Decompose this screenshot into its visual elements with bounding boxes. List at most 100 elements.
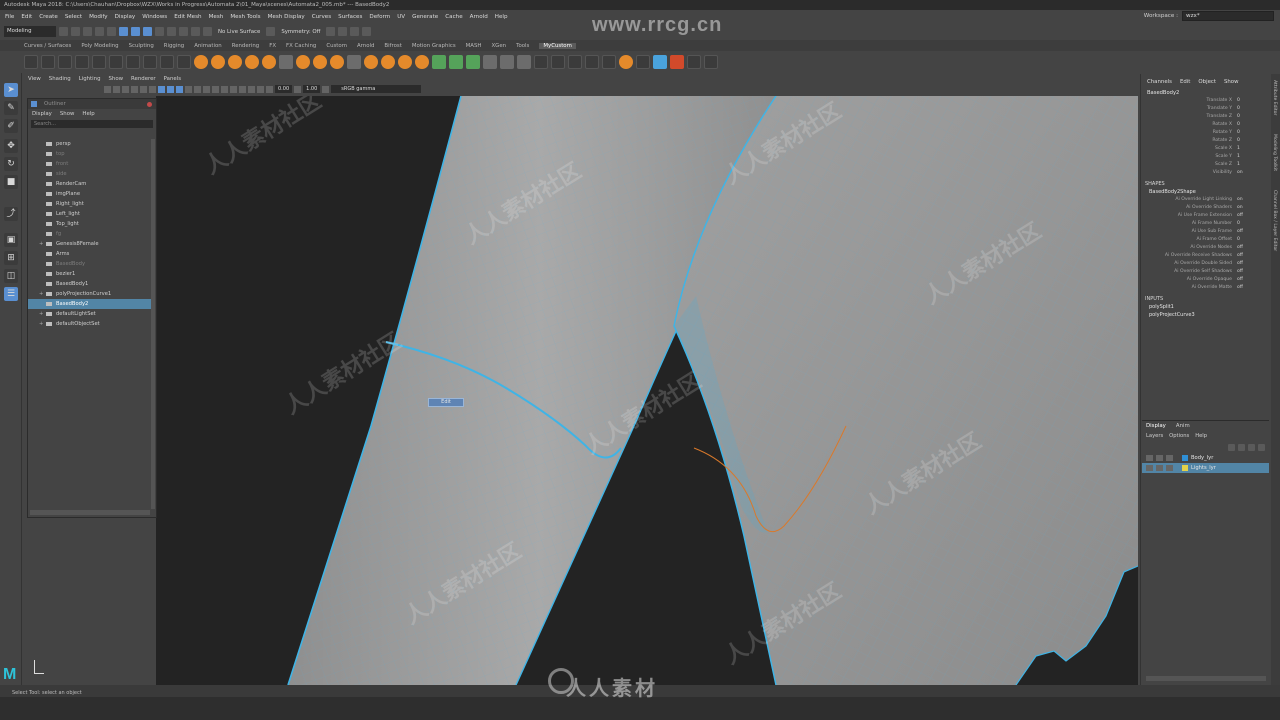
attribute-value[interactable]: 0 bbox=[1237, 221, 1240, 226]
shelf-tool-icon[interactable] bbox=[160, 55, 174, 69]
shelf-tab[interactable]: FX Caching bbox=[286, 43, 316, 49]
shelf-tool-icon[interactable] bbox=[109, 55, 123, 69]
outliner-item[interactable]: BasedBody2 bbox=[28, 299, 152, 309]
menu-item[interactable]: Windows bbox=[142, 14, 167, 20]
poly-tool-icon[interactable] bbox=[381, 55, 395, 69]
channel-box-tab[interactable]: Channel Box / Layer Editor bbox=[1272, 190, 1277, 251]
four-view-icon[interactable]: ⊞ bbox=[4, 251, 18, 265]
sphere-tool-icon[interactable] bbox=[687, 55, 701, 69]
outliner-item[interactable]: Left_light bbox=[28, 209, 152, 219]
create-tool-icon[interactable] bbox=[432, 55, 446, 69]
open-scene-icon[interactable] bbox=[71, 27, 80, 36]
menu-item[interactable]: UV bbox=[397, 14, 405, 20]
channel-box-menu-item[interactable]: Show bbox=[1224, 79, 1239, 85]
edit-tool-icon[interactable] bbox=[500, 55, 514, 69]
color-management-icon[interactable] bbox=[322, 85, 330, 93]
poly-tool-icon[interactable] bbox=[415, 55, 429, 69]
shelf-tab[interactable]: Rendering bbox=[232, 43, 260, 49]
shelf-tab[interactable]: Custom bbox=[326, 43, 347, 49]
attribute-value[interactable]: 1 bbox=[1237, 162, 1240, 167]
outliner-item[interactable]: RenderCam bbox=[28, 179, 152, 189]
outliner-item[interactable]: fg bbox=[28, 229, 152, 239]
wireframe-icon[interactable] bbox=[158, 85, 165, 93]
attribute-value[interactable]: on bbox=[1237, 205, 1243, 210]
channel-box-menu-item[interactable]: Edit bbox=[1180, 79, 1190, 85]
two-view-icon[interactable]: ◫ bbox=[4, 269, 18, 283]
curve-tool-icon[interactable] bbox=[653, 55, 667, 69]
input-node[interactable]: polyProjectCurve3 bbox=[1141, 312, 1270, 320]
symmetry-icon[interactable] bbox=[266, 27, 276, 36]
panel-menu-item[interactable]: Show bbox=[109, 76, 124, 82]
poly-tool-icon[interactable] bbox=[228, 55, 242, 69]
deform-tool-icon[interactable] bbox=[551, 55, 565, 69]
smooth-shade-icon[interactable] bbox=[167, 85, 174, 93]
ao-icon[interactable] bbox=[212, 85, 219, 93]
snap-grid-icon[interactable] bbox=[155, 27, 164, 36]
layer-color-swatch[interactable] bbox=[1182, 465, 1188, 471]
render-tool-icon[interactable] bbox=[636, 55, 650, 69]
shelf-tab[interactable]: Curves / Surfaces bbox=[24, 43, 71, 49]
isolate-icon[interactable] bbox=[230, 85, 237, 93]
outliner-menu-item[interactable]: Help bbox=[82, 111, 94, 117]
modeling-toolkit-tab[interactable]: Modeling Toolkit bbox=[1272, 134, 1277, 171]
settings-tool-icon[interactable] bbox=[704, 55, 718, 69]
poly-tool-icon[interactable] bbox=[296, 55, 310, 69]
grid-icon[interactable] bbox=[131, 85, 138, 93]
menu-item[interactable]: Curves bbox=[312, 14, 331, 20]
layer-menu-item[interactable]: Help bbox=[1195, 433, 1207, 439]
new-scene-icon[interactable] bbox=[59, 27, 68, 36]
panel-menu-item[interactable]: Renderer bbox=[131, 76, 156, 82]
shelf-tab[interactable]: Sculpting bbox=[129, 43, 154, 49]
shelf-tool-icon[interactable] bbox=[92, 55, 106, 69]
film-gate-icon[interactable] bbox=[140, 85, 147, 93]
shape-attribute-row[interactable]: Ai Override Matte off bbox=[1141, 285, 1270, 293]
shape-attribute-row[interactable]: Ai Frame Number 0 bbox=[1141, 221, 1270, 229]
outliner-item[interactable]: BasedBody bbox=[28, 259, 152, 269]
exposure-field[interactable]: 1.00 bbox=[303, 85, 321, 93]
outliner-item[interactable]: side bbox=[28, 169, 152, 179]
attribute-value[interactable]: 0 bbox=[1237, 237, 1240, 242]
transform-attribute-row[interactable]: Rotate X 0 bbox=[1141, 122, 1270, 130]
outliner-item[interactable]: bezier1 bbox=[28, 269, 152, 279]
attribute-value[interactable]: off bbox=[1237, 261, 1243, 266]
outliner-item[interactable]: + Genesis8Female bbox=[28, 239, 152, 249]
image-plane-icon[interactable] bbox=[122, 85, 129, 93]
xray-components-icon[interactable] bbox=[257, 85, 264, 93]
deform-tool-icon[interactable] bbox=[534, 55, 548, 69]
attribute-editor-tab[interactable]: Attribute Editor bbox=[1272, 80, 1277, 115]
shape-attribute-row[interactable]: Ai Override Self Shadows off bbox=[1141, 269, 1270, 277]
outliner-item[interactable]: Arms bbox=[28, 249, 152, 259]
menu-item[interactable]: Arnold bbox=[470, 14, 488, 20]
poly-tool-icon[interactable] bbox=[194, 55, 208, 69]
select-component-icon[interactable] bbox=[143, 27, 152, 36]
playback-toggle[interactable] bbox=[1156, 455, 1163, 461]
outliner-item[interactable]: + polyProjectionCurve1 bbox=[28, 289, 152, 299]
new-layer-icon[interactable] bbox=[1248, 443, 1255, 451]
color-space-dropdown[interactable]: sRGB gamma bbox=[331, 85, 422, 93]
transform-attribute-row[interactable]: Translate X 0 bbox=[1141, 98, 1270, 106]
menu-item[interactable]: Mesh Display bbox=[268, 14, 305, 20]
outliner-item[interactable]: front bbox=[28, 159, 152, 169]
shelf-tab[interactable]: Animation bbox=[194, 43, 221, 49]
attribute-value[interactable]: 0 bbox=[1237, 138, 1240, 143]
shelf-tab[interactable]: Motion Graphics bbox=[412, 43, 456, 49]
shape-attribute-row[interactable]: Ai Frame Offset 0 bbox=[1141, 237, 1270, 245]
menu-item[interactable]: File bbox=[5, 14, 14, 20]
expand-icon[interactable]: + bbox=[39, 239, 43, 249]
menu-item[interactable]: Edit bbox=[21, 14, 32, 20]
workspace-selector[interactable]: Workspace : wzx* bbox=[1144, 11, 1274, 21]
gamma-field[interactable]: 0.00 bbox=[275, 85, 293, 93]
gamma-icon[interactable] bbox=[266, 85, 273, 93]
display-type-toggle[interactable] bbox=[1166, 465, 1173, 471]
exposure-icon[interactable] bbox=[294, 85, 302, 93]
render-settings-icon[interactable] bbox=[350, 27, 360, 36]
deform-tool-icon[interactable] bbox=[568, 55, 582, 69]
camera-attr-icon[interactable] bbox=[104, 85, 111, 93]
transform-attribute-row[interactable]: Translate Z 0 bbox=[1141, 114, 1270, 122]
display-type-toggle[interactable] bbox=[1166, 455, 1173, 461]
snap-point-icon[interactable] bbox=[179, 27, 188, 36]
panel-menu-item[interactable]: View bbox=[28, 76, 41, 82]
shape-attribute-row[interactable]: Ai Use Frame Extension off bbox=[1141, 213, 1270, 221]
shelf-tab[interactable]: FX bbox=[269, 43, 276, 49]
close-icon[interactable] bbox=[147, 102, 152, 107]
